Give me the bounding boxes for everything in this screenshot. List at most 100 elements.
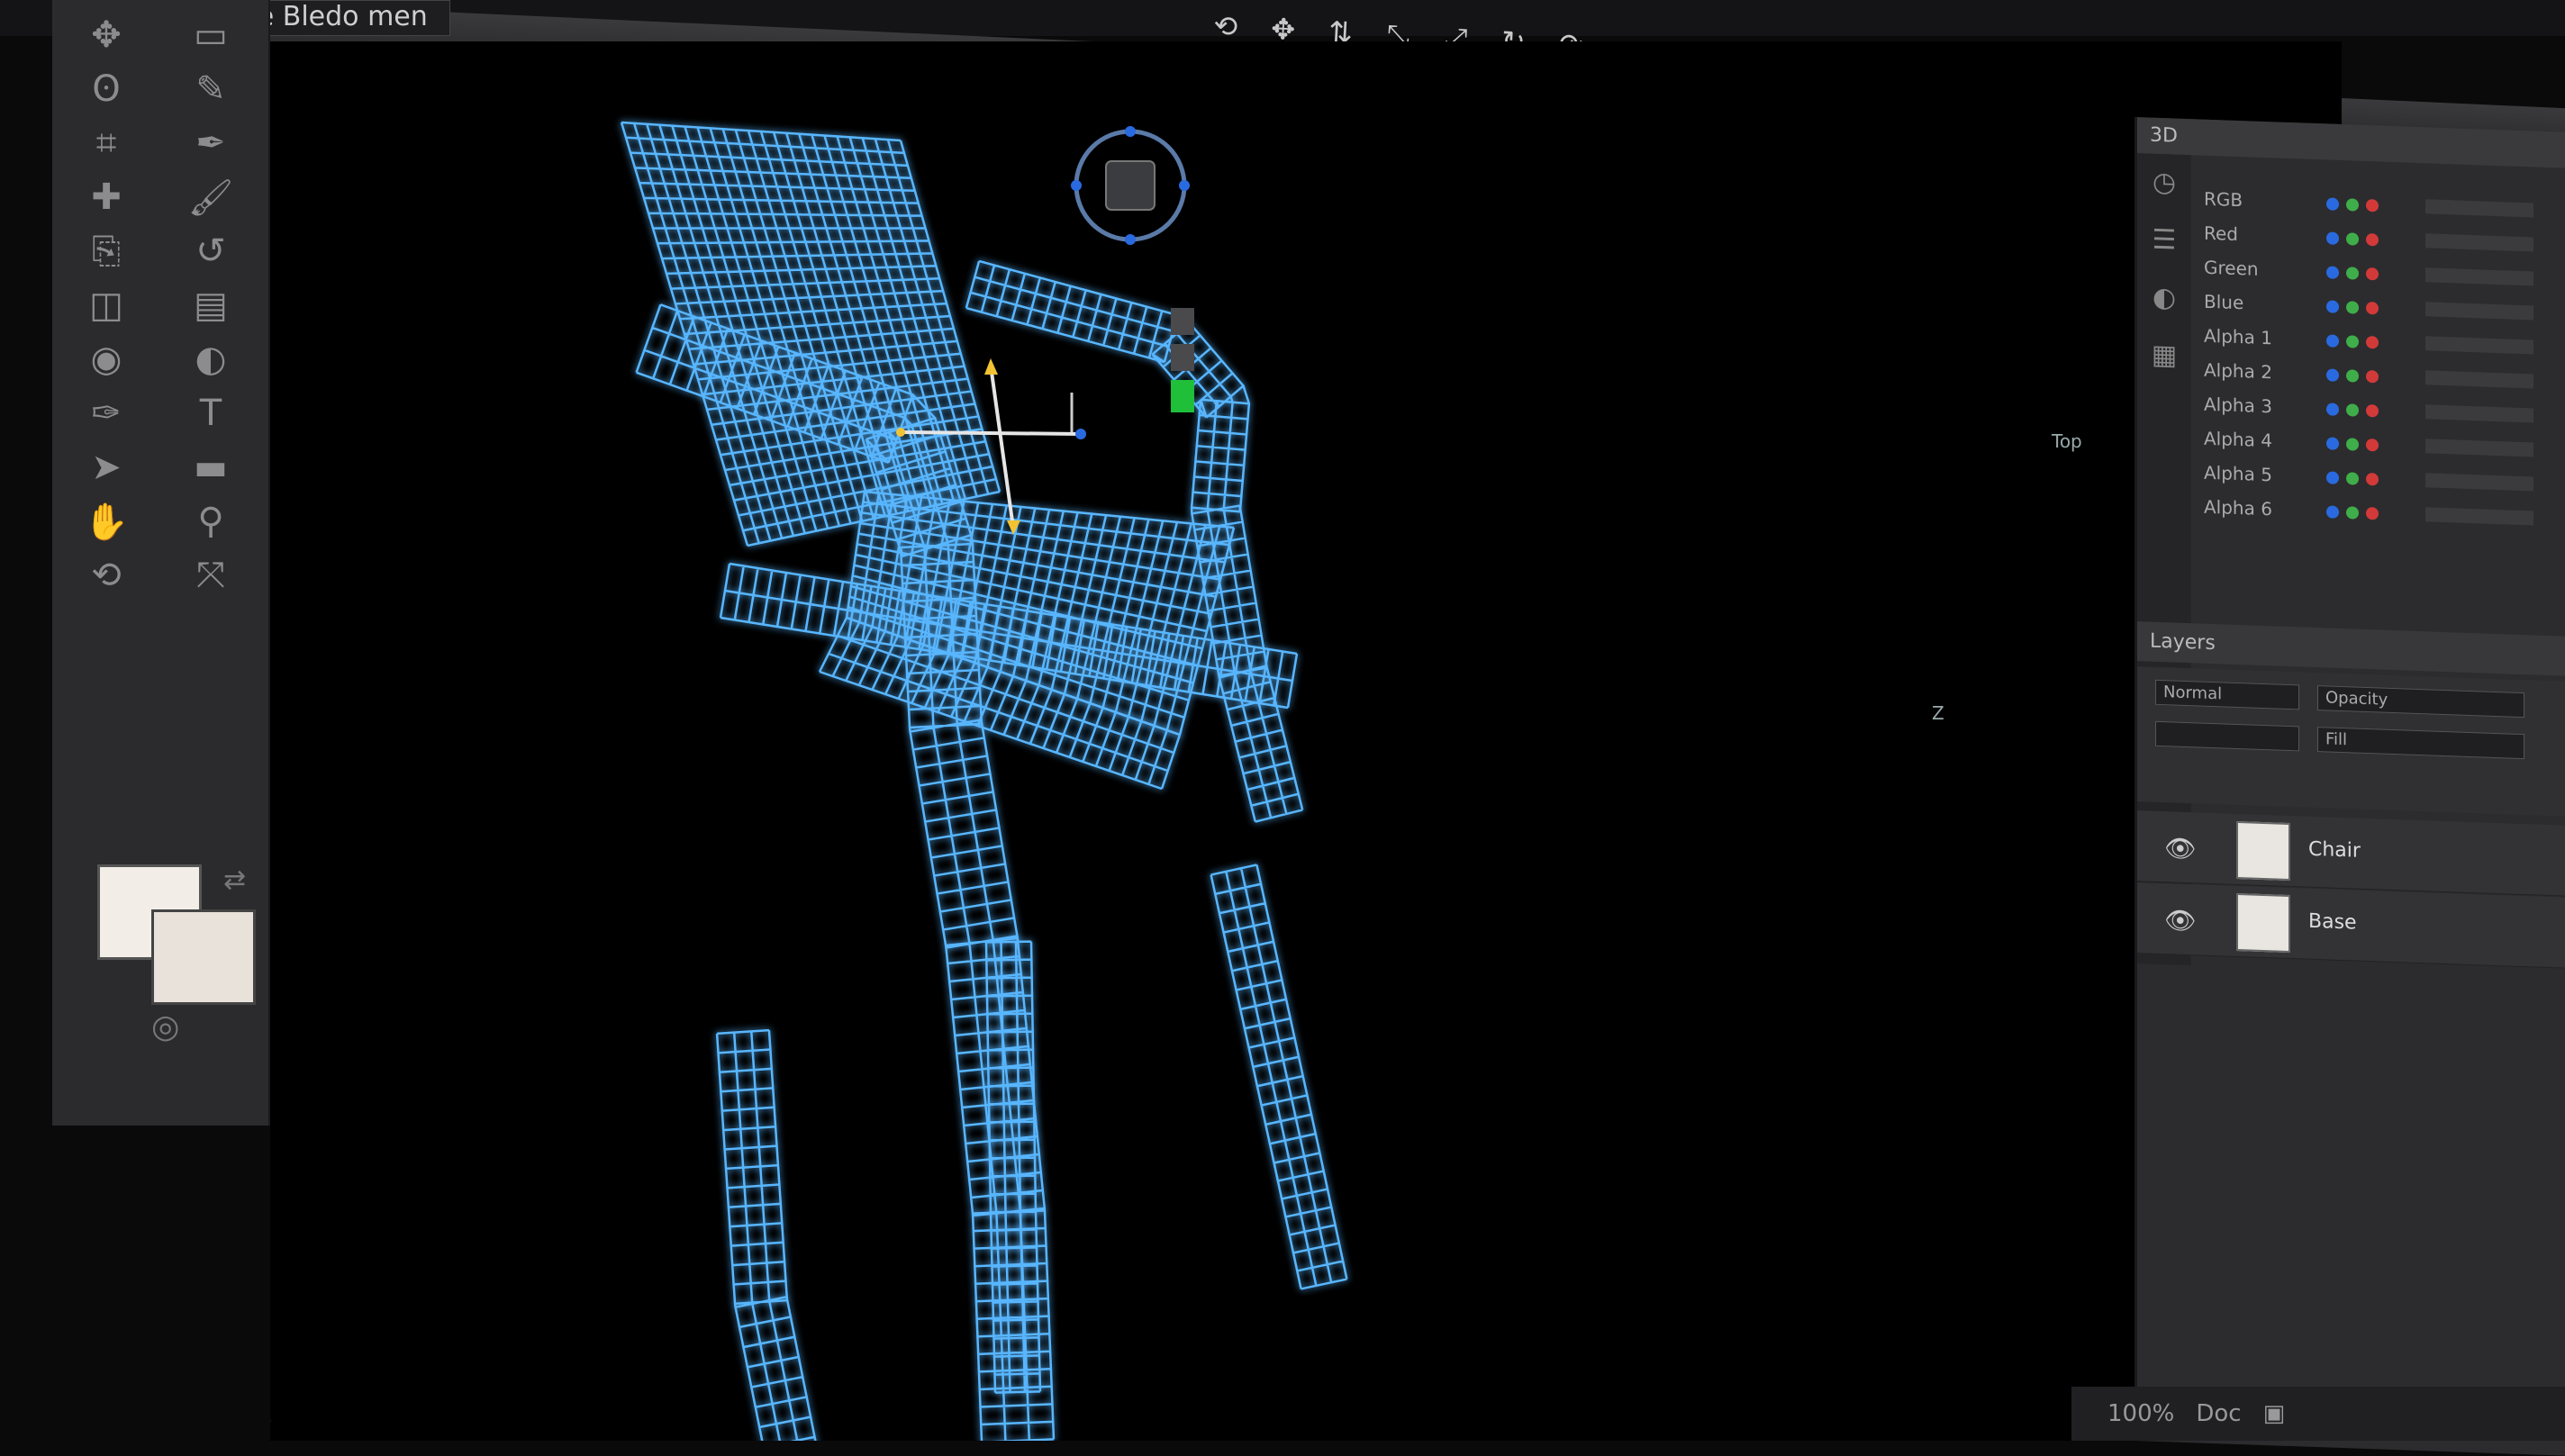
back-right-leg [1210,864,1348,1290]
dodge-icon[interactable]: ◐ [168,333,254,385]
view-cube-axis-east [1179,180,1190,191]
blur-icon[interactable]: ◉ [63,333,150,385]
channel-bar [2425,267,2533,286]
lock-controls[interactable] [2155,720,2299,752]
channel-name: Alpha 3 [2204,393,2272,418]
channel-color-dot [2346,267,2359,280]
quick-select-icon[interactable]: ✎ [168,63,254,115]
channel-color-dot [2346,232,2359,246]
visibility-eye-icon[interactable]: 👁 [2164,833,2197,864]
channel-color-dot [2366,369,2379,384]
channel-name: Alpha 6 [2204,495,2272,520]
gradient-icon[interactable]: ▤ [168,279,254,331]
opacity-field[interactable]: Opacity [2317,685,2524,719]
channel-color-dot [2366,472,2379,486]
lasso-icon[interactable]: ʘ [63,63,150,115]
status-bar: 100% Doc ▣ [2071,1387,2565,1441]
tool-grid: ✥ ▭ ʘ ✎ ⌗ ✒ ✚ 🖌 ⎘ ↺ ◫ ▤ ◉ ◐ ✑ T ➤ ▬ ✋ ⚲ ⟲ ⤧ [63,9,254,601]
history-brush-icon[interactable]: ↺ [168,225,254,277]
monitor-button-icon[interactable]: ▣ [2263,1400,2286,1427]
back-left-leg-lines [715,1028,817,1441]
layer-row[interactable]: 👁 Base [2137,882,2565,969]
channel-color-dot [2346,301,2359,314]
backrest-mesh-lines [620,121,1002,547]
channel-color-dot [2366,506,2379,520]
brush-icon[interactable]: 🖌 [168,171,254,223]
visibility-eye-icon[interactable]: 👁 [2164,905,2197,936]
history-icon[interactable]: ◷ [2137,153,2191,213]
channel-color-dot [2366,301,2379,315]
channel-color-dot [2346,369,2359,383]
channel-color-dot [2326,368,2339,382]
crop-icon[interactable]: ⌗ [63,117,150,169]
doc-info: Doc [2196,1400,2242,1427]
gizmo-x-axis [900,430,1082,436]
quick-mask-icon[interactable]: ◎ [151,1008,179,1045]
channel-bar [2425,507,2533,526]
3d-rotate-icon[interactable]: ⟲ [63,549,150,601]
blend-mode-select[interactable]: Normal [2155,679,2299,710]
layers-controls: Normal Opacity Fill [2137,666,2565,817]
channel-name: Red [2204,222,2238,246]
zoom-icon[interactable]: ⚲ [168,495,254,547]
eraser-icon[interactable]: ◫ [63,279,150,331]
channel-color-dot [2366,267,2379,281]
channel-color-dot [2346,472,2359,485]
fill-field[interactable]: Fill [2317,727,2524,760]
channel-color-dot [2326,266,2339,279]
gizmo-x-handle [1075,429,1086,439]
right-panel: 3D ◷ ☰ ◐ ▦ RGB Red Green Blue Alpha 1 Alpha 2… [2134,117,2565,1456]
path-select-icon[interactable]: ➤ [63,441,150,493]
gizmo-y-arrow-top [984,358,998,375]
channel-name: Alpha 2 [2204,358,2272,384]
properties-icon[interactable]: ☰ [2137,211,2191,270]
front-right-leg [984,940,1042,1394]
channel-color-dot [2326,437,2339,450]
eyedropper-icon[interactable]: ✒ [168,117,254,169]
view-cube-axis-north [1125,126,1136,137]
healing-icon[interactable]: ✚ [63,171,150,223]
layer-row[interactable]: 👁 Chair [2137,810,2565,897]
nav-button-active [1171,380,1194,412]
axis-label: Z [1932,702,1944,724]
nav-button-2 [1171,344,1194,371]
channel-bar [2425,336,2533,355]
channel-color-dot [2366,198,2379,213]
view-cube-label: Top [2052,430,2082,452]
view-cube-axis-west [1071,180,1082,191]
channel-color-dot [2326,231,2339,245]
shape-icon[interactable]: ▬ [168,441,254,493]
channel-color-dot [2366,335,2379,349]
pen-icon[interactable]: ✑ [63,387,150,439]
channel-name: Green [2204,256,2259,280]
channel-bar [2425,404,2533,423]
channel-color-dot [2366,232,2379,247]
front-right-leg-lines [984,940,1042,1394]
channel-color-dot [2346,438,2359,451]
clone-icon[interactable]: ⎘ [63,225,150,277]
channel-color-dot [2346,198,2359,212]
3d-viewport[interactable] [270,41,2342,1441]
channel-color-dot [2326,197,2339,211]
3d-pan-icon[interactable]: ⤧ [168,549,254,601]
hand-icon[interactable]: ✋ [63,495,150,547]
channel-bar [2425,302,2533,321]
channel-color-dot [2326,334,2339,348]
zoom-level: 100% [2107,1400,2175,1427]
type-icon[interactable]: T [168,387,254,439]
swatches-icon[interactable]: ▦ [2137,326,2191,385]
swap-colors-icon[interactable]: ⇄ [223,864,246,896]
channel-color-dot [2366,438,2379,452]
adjustments-icon[interactable]: ◐ [2137,268,2191,328]
background-color-swatch[interactable] [151,909,256,1005]
layer-thumbnail [2236,892,2290,954]
move-icon[interactable]: ✥ [63,9,150,61]
wireframe-scene [270,121,1348,1441]
marquee-icon[interactable]: ▭ [168,9,254,61]
channel-name: RGB [2204,187,2243,212]
channel-name: Alpha 5 [2204,461,2272,486]
channel-color-dot [2346,403,2359,417]
channel-bar [2425,473,2533,492]
channel-bar [2425,439,2533,457]
tools-panel: ✥ ▭ ʘ ✎ ⌗ ✒ ✚ 🖌 ⎘ ↺ ◫ ▤ ◉ ◐ ✑ T ➤ ▬ ✋ ⚲ ⟲ ⤧ ⇄ ◎ [52,0,270,1126]
